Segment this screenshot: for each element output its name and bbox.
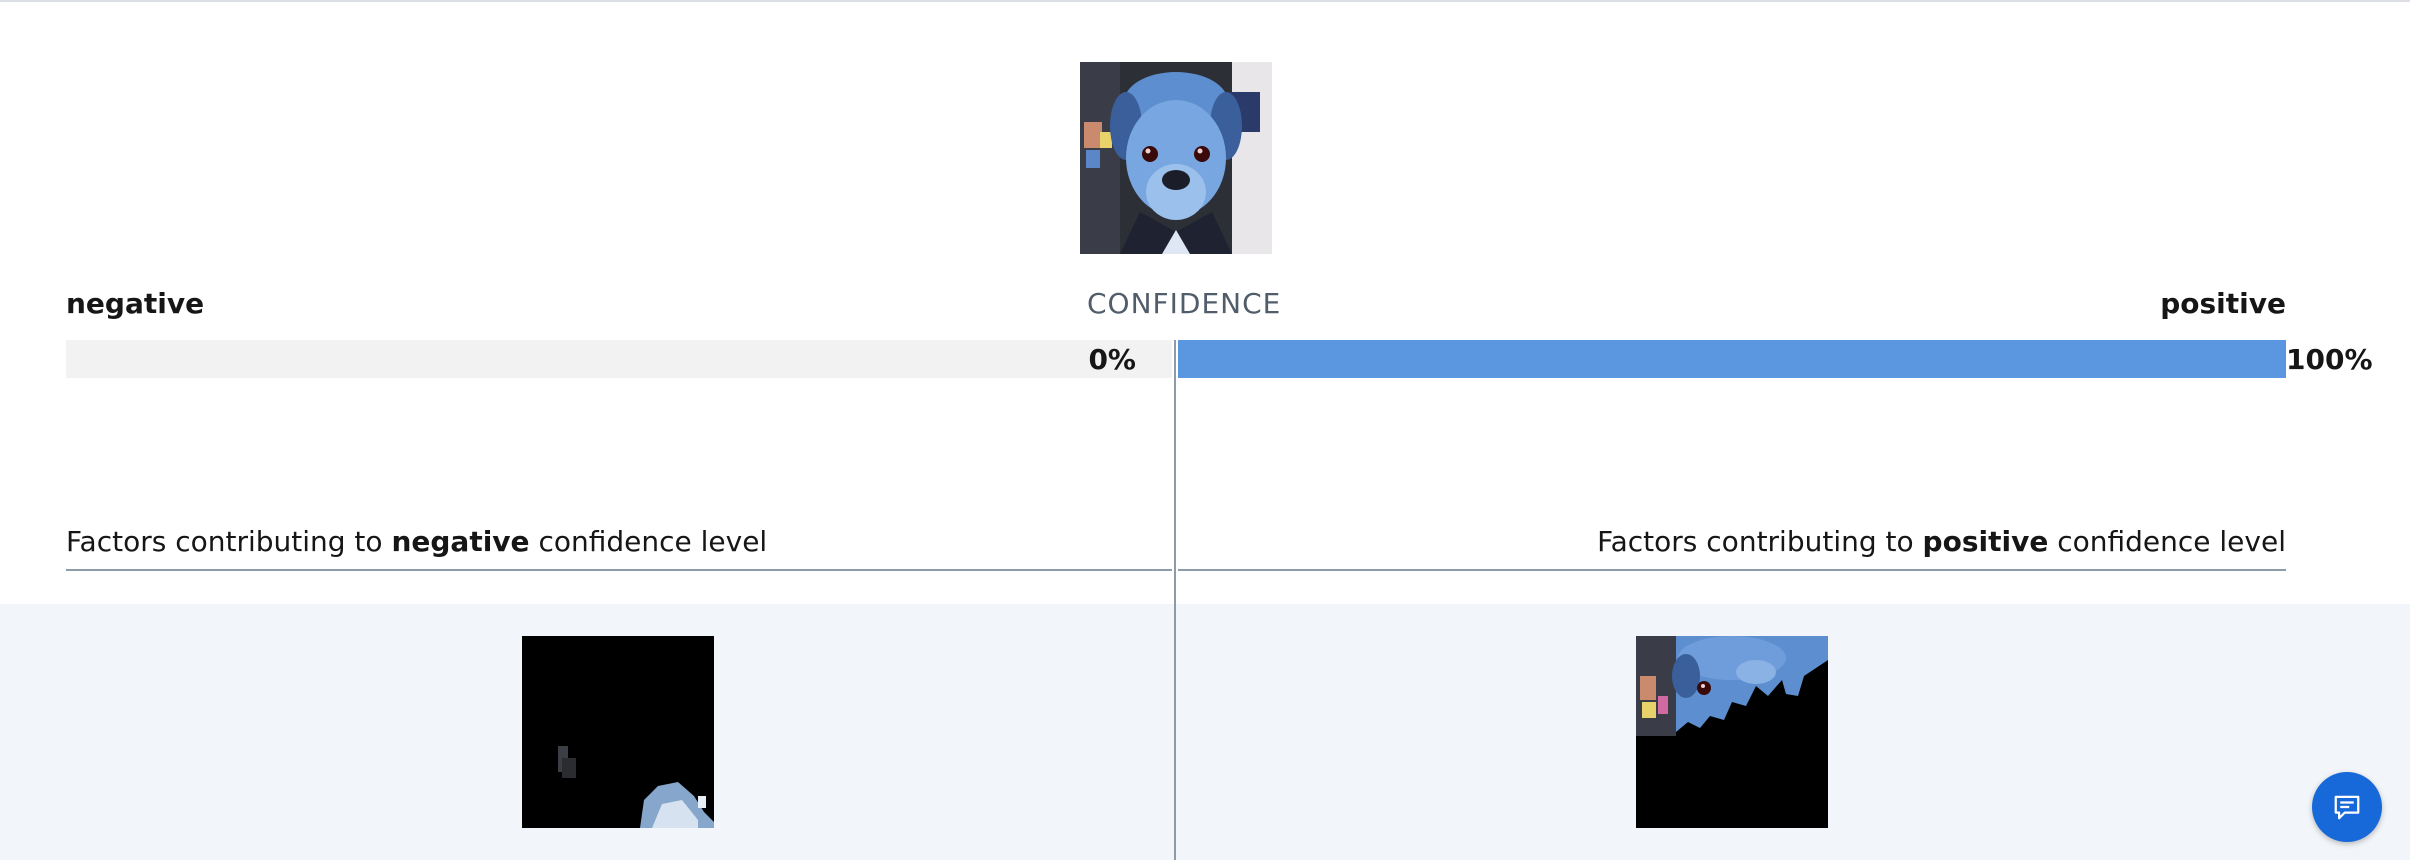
positive-label: positive (2160, 287, 2286, 320)
negative-confidence-bar (66, 340, 1172, 378)
positive-factor-mask-image (1636, 636, 1828, 828)
chat-icon (2334, 795, 2360, 820)
negative-label: negative (66, 287, 205, 320)
positive-factors-suffix: confidence level (2048, 525, 2286, 558)
page: negative CONFIDENCE positive 0% 100% Fac… (0, 0, 2410, 860)
chat-button[interactable] (2312, 772, 2382, 842)
positive-confidence-bar (1178, 340, 2286, 378)
center-divider (1174, 340, 1176, 860)
negative-confidence-value: 0% (1088, 343, 1136, 376)
positive-confidence-value: 100% (2286, 343, 2373, 376)
negative-factors-keyword: negative (391, 525, 530, 558)
negative-factor-mask-image (522, 636, 714, 828)
factors-image-band (0, 604, 2410, 860)
negative-factors-underline (66, 569, 1172, 571)
positive-factors-heading: Factors contributing to positive confide… (1597, 524, 2286, 560)
positive-confidence-fill (1178, 340, 2286, 378)
top-divider (0, 0, 2410, 2)
negative-factors-suffix: confidence level (529, 525, 768, 558)
positive-factors-prefix: Factors contributing to (1597, 525, 1923, 558)
positive-factors-keyword: positive (1922, 525, 2049, 558)
dog-portrait-image (1080, 62, 1272, 254)
positive-factors-underline (1178, 569, 2286, 571)
confidence-title: CONFIDENCE (1087, 287, 1282, 320)
negative-factors-heading: Factors contributing to negative confide… (66, 524, 767, 560)
negative-factors-prefix: Factors contributing to (66, 525, 392, 558)
